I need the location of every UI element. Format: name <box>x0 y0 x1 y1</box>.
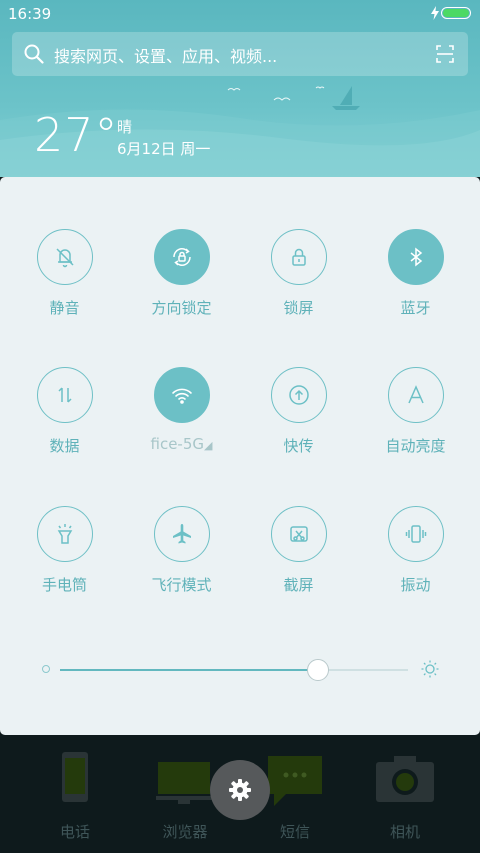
toggle-screenshot[interactable]: 截屏 <box>240 506 357 595</box>
toggle-bluetooth[interactable]: 蓝牙 <box>357 229 474 318</box>
brightness-high-icon <box>421 660 439 678</box>
status-bar: 16:39 <box>0 0 480 28</box>
toggle-airplane-mode[interactable]: 飞行模式 <box>123 506 240 595</box>
toggle-label: 静音 <box>49 299 80 317</box>
dock-app-camera[interactable]: 相机 <box>345 735 465 853</box>
toggle-vibrate[interactable]: 振动 <box>357 506 474 595</box>
brightness-slider[interactable] <box>40 655 450 685</box>
dock-label: 浏览器 <box>162 823 208 841</box>
toggle-wifi[interactable]: fice-5G◢ <box>123 367 240 453</box>
toggle-label: 方向锁定 <box>151 299 212 317</box>
toggle-rotation-lock[interactable]: 方向锁定 <box>123 229 240 318</box>
battery-level <box>443 9 469 17</box>
toggle-label: 截屏 <box>283 576 314 594</box>
brightness-low-icon <box>42 665 50 673</box>
dock-label: 短信 <box>279 823 310 841</box>
bluetooth-icon <box>387 229 444 285</box>
dock-label: 电话 <box>59 823 90 841</box>
weather-date: 6月12日 周一 <box>117 140 211 158</box>
camera-icon <box>376 756 434 802</box>
toggle-mobile-data[interactable]: 数据 <box>6 367 123 456</box>
weather-condition: 晴 <box>117 118 133 136</box>
browser-icon <box>156 762 212 804</box>
toggle-label: 飞行模式 <box>151 576 212 594</box>
toggle-label: fice-5G◢ <box>150 435 213 453</box>
airplane-icon <box>153 506 210 562</box>
toggle-label: 振动 <box>400 576 431 594</box>
toggle-label: 锁屏 <box>283 299 314 317</box>
quick-settings-panel: 静音 方向锁定 锁屏 蓝牙 数据 fice-5G◢ 快传 自动亮度 手电筒 飞行… <box>0 177 480 735</box>
toggle-label: 数据 <box>49 437 80 455</box>
messages-icon <box>268 756 322 806</box>
brightness-track[interactable] <box>60 659 408 681</box>
gear-icon <box>229 779 251 801</box>
signal-corner-icon: ◢ <box>204 439 213 452</box>
dock-label: 相机 <box>389 823 420 841</box>
weather-header: 16:39 搜索网页、设置、应用、视频... 27° 晴 6月12日 周一 <box>0 0 480 177</box>
search-icon <box>24 44 44 64</box>
toggle-label: 快传 <box>283 437 314 455</box>
lock-icon <box>270 229 327 285</box>
toggle-auto-brightness[interactable]: 自动亮度 <box>357 367 474 456</box>
wifi-icon <box>153 367 210 423</box>
toggle-label: 手电筒 <box>41 576 87 594</box>
vibrate-icon <box>387 506 444 562</box>
scan-icon[interactable] <box>436 45 454 63</box>
phone-icon <box>62 752 88 802</box>
bell-off-icon <box>36 229 93 285</box>
flashlight-icon <box>36 506 93 562</box>
toggle-flashlight[interactable]: 手电筒 <box>6 506 123 595</box>
temperature: 27° <box>34 108 119 162</box>
quick-transfer-icon <box>270 367 327 423</box>
settings-button[interactable] <box>210 760 270 820</box>
toggle-quick-transfer[interactable]: 快传 <box>240 367 357 456</box>
brightness-fill <box>60 669 318 671</box>
battery-icon <box>441 7 471 19</box>
search-placeholder: 搜索网页、设置、应用、视频... <box>54 47 278 66</box>
dock-app-phone[interactable]: 电话 <box>15 735 135 853</box>
auto-brightness-icon <box>387 367 444 423</box>
toggle-silent[interactable]: 静音 <box>6 229 123 318</box>
search-bar[interactable]: 搜索网页、设置、应用、视频... <box>12 32 468 76</box>
brightness-thumb[interactable] <box>306 659 329 681</box>
toggle-label: 蓝牙 <box>400 299 431 317</box>
toggle-lock-screen[interactable]: 锁屏 <box>240 229 357 318</box>
rotation-lock-icon <box>153 229 210 285</box>
mobile-data-icon <box>36 367 93 423</box>
status-clock: 16:39 <box>8 5 52 23</box>
toggle-label: 自动亮度 <box>385 437 446 455</box>
charging-icon <box>431 6 439 20</box>
screenshot-icon <box>270 506 327 562</box>
